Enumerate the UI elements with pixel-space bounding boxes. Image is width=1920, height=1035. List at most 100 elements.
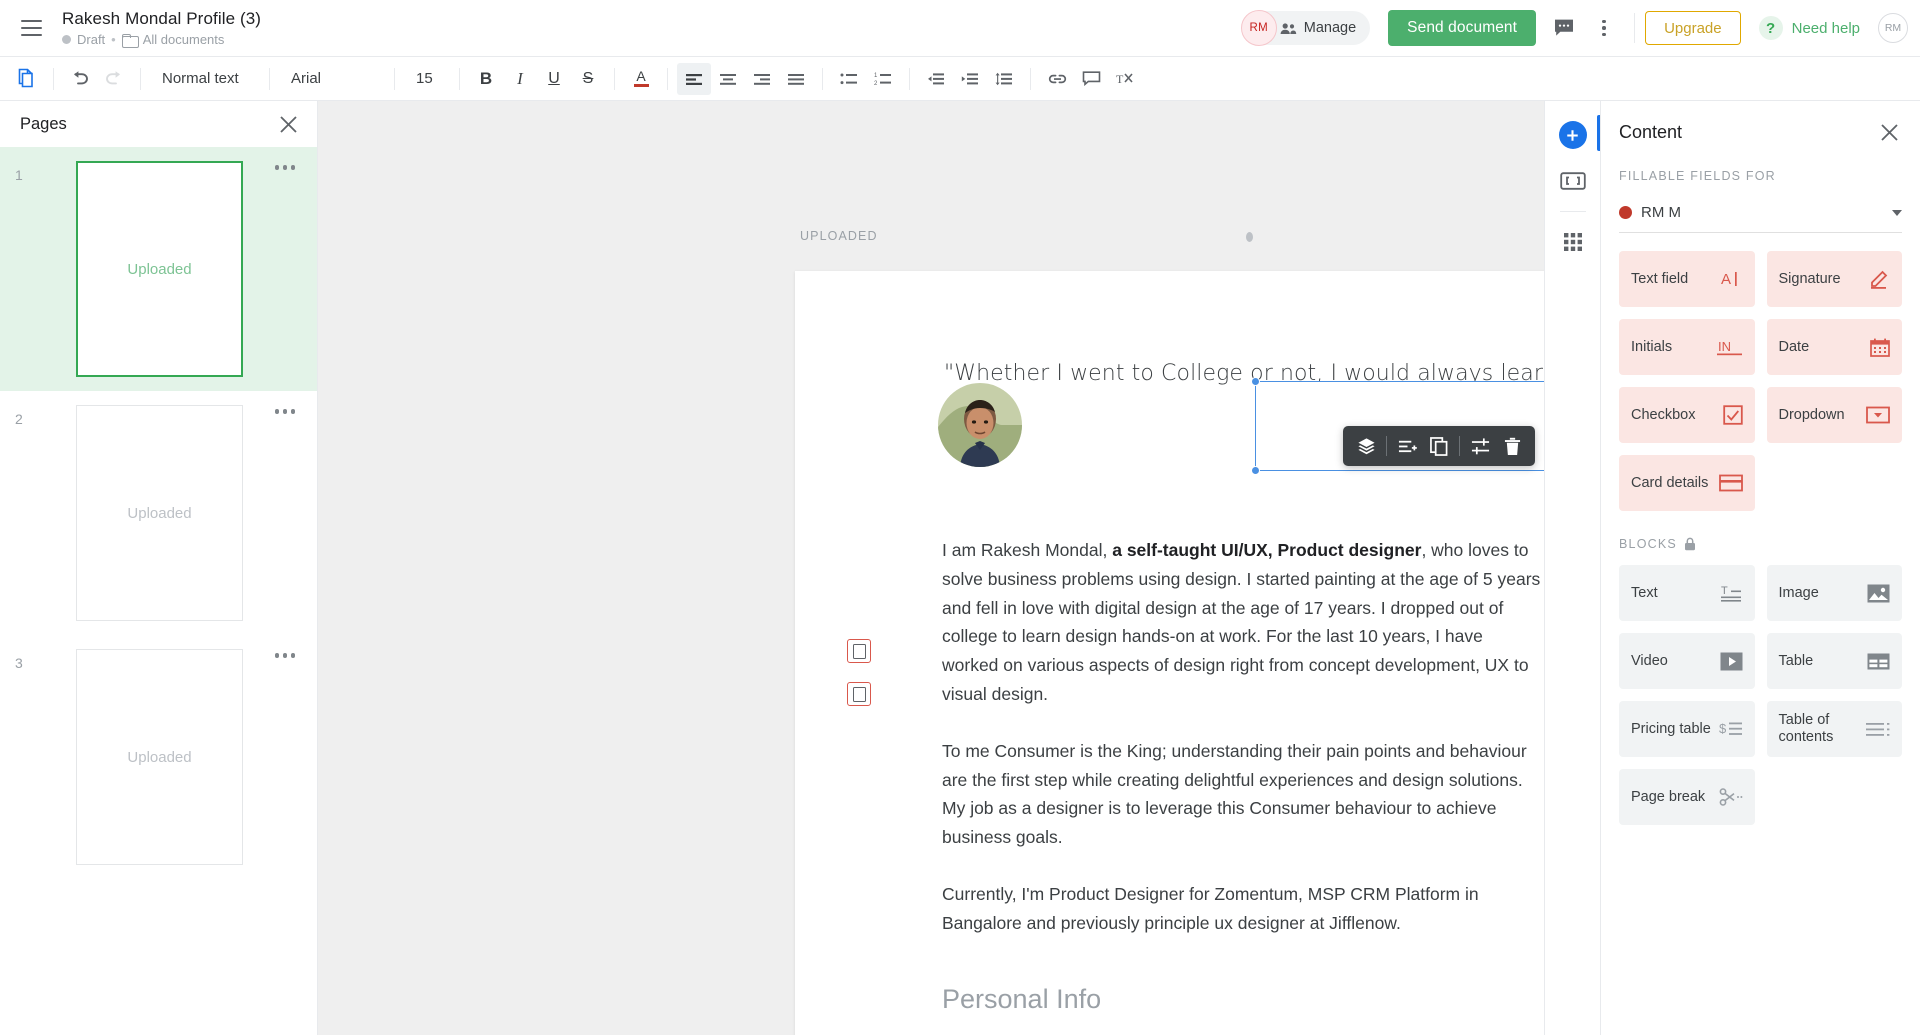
credit-card-icon — [1719, 474, 1743, 492]
align-left-icon[interactable] — [677, 63, 711, 95]
need-help-button[interactable]: ? Need help — [1759, 16, 1860, 40]
comment-icon[interactable] — [1544, 8, 1584, 48]
svg-text:IN: IN — [1718, 339, 1731, 354]
close-icon[interactable] — [1876, 119, 1902, 145]
align-center-icon[interactable] — [711, 63, 745, 95]
divider — [394, 68, 395, 90]
bulleted-list-icon[interactable] — [832, 63, 866, 95]
apps-grid-icon[interactable] — [1553, 222, 1593, 262]
paragraph-style-select[interactable]: Normal text — [150, 63, 260, 95]
font-size-select[interactable]: 15 — [404, 63, 450, 95]
field-tile-label: Checkbox — [1631, 407, 1695, 424]
align-justify-icon[interactable] — [779, 63, 813, 95]
block-tile-label: Text — [1631, 585, 1658, 602]
block-tile-text[interactable]: Text T — [1619, 565, 1755, 621]
duplicate-page-icon[interactable] — [10, 63, 44, 95]
svg-text:A: A — [1721, 271, 1731, 288]
lock-icon — [1684, 537, 1696, 551]
underline-button[interactable]: U — [537, 63, 571, 95]
field-tile-card-details[interactable]: Card details — [1619, 455, 1755, 511]
divider — [459, 68, 460, 90]
arrange-layers-icon[interactable] — [1351, 431, 1381, 461]
page-preview[interactable]: Uploaded — [76, 161, 243, 377]
document-meta: Draft • All documents — [62, 32, 261, 48]
block-tile-image[interactable]: Image — [1767, 565, 1903, 621]
field-tile-dropdown[interactable]: Dropdown — [1767, 387, 1903, 443]
numbered-list-icon[interactable]: 1 2 — [866, 63, 900, 95]
field-tile-text-field[interactable]: Text field A — [1619, 251, 1755, 307]
increase-indent-icon[interactable] — [953, 63, 987, 95]
top-bar-actions: RM Manage Send document — [1242, 8, 1920, 48]
font-family-select[interactable]: Arial — [279, 63, 385, 95]
pages-panel: Pages 1 Uploaded 2 Uploaded 3 — [0, 101, 318, 1035]
breadcrumb-folder[interactable]: All documents — [143, 32, 225, 48]
upgrade-button[interactable]: Upgrade — [1645, 11, 1741, 45]
page-preview[interactable]: Uploaded — [76, 649, 243, 865]
delete-icon[interactable] — [1497, 431, 1527, 461]
kebab-menu-icon[interactable] — [1584, 8, 1624, 48]
hamburger-menu-icon[interactable] — [14, 11, 48, 45]
paragraph-1-rest: , who loves to solve business problems u… — [942, 540, 1540, 704]
paragraph-3: Currently, I'm Product Designer for Zome… — [942, 880, 1542, 938]
line-spacing-icon[interactable] — [987, 63, 1021, 95]
block-tile-table[interactable]: Table — [1767, 633, 1903, 689]
section-heading-personal-info[interactable]: Personal Info — [942, 984, 1544, 1015]
resize-handle-top-left[interactable] — [1251, 377, 1260, 386]
page-thumbnail-item[interactable]: 1 Uploaded — [0, 147, 317, 391]
fillable-field-marker[interactable] — [847, 639, 871, 663]
redo-icon[interactable] — [97, 63, 131, 95]
recipient-select[interactable]: RM M — [1619, 193, 1902, 233]
divider — [614, 68, 615, 90]
page-preview[interactable]: Uploaded — [76, 405, 243, 621]
block-tile-pricing-table[interactable]: Pricing table $ — [1619, 701, 1755, 757]
add-row-icon[interactable] — [1392, 431, 1422, 461]
send-document-button[interactable]: Send document — [1388, 10, 1536, 46]
block-tile-page-break[interactable]: Page break — [1619, 769, 1755, 825]
add-content-icon[interactable] — [1553, 115, 1593, 155]
block-tile-table-of-contents[interactable]: Table of contents — [1767, 701, 1903, 757]
divider — [269, 68, 270, 90]
block-tile-label: Video — [1631, 653, 1668, 670]
bold-button[interactable]: B — [469, 63, 503, 95]
recipient-name: RM M — [1641, 204, 1681, 221]
insert-link-icon[interactable] — [1040, 63, 1074, 95]
user-avatar[interactable]: RM — [1878, 13, 1908, 43]
page-more-icon[interactable] — [275, 405, 296, 414]
manage-recipients-button[interactable]: RM Manage — [1242, 11, 1370, 45]
document-canvas[interactable]: UPLOADED "Whether I went to College or n… — [318, 101, 1544, 1035]
page-number: 2 — [0, 405, 28, 427]
block-tile-video[interactable]: Video — [1619, 633, 1755, 689]
clear-formatting-icon[interactable]: T — [1108, 63, 1142, 95]
table-icon — [1867, 653, 1890, 670]
document-body[interactable]: I am Rakesh Mondal, a self-taught UI/UX,… — [942, 536, 1542, 938]
close-icon[interactable] — [275, 111, 301, 137]
align-right-icon[interactable] — [745, 63, 779, 95]
adjust-settings-icon[interactable] — [1465, 431, 1495, 461]
video-icon — [1720, 652, 1743, 671]
field-tile-checkbox[interactable]: Checkbox — [1619, 387, 1755, 443]
strikethrough-button[interactable]: S — [571, 63, 605, 95]
add-comment-icon[interactable] — [1074, 63, 1108, 95]
field-tile-label: Text field — [1631, 271, 1688, 288]
text-color-button[interactable]: A — [624, 63, 658, 95]
drag-handle-icon[interactable] — [1246, 232, 1253, 242]
italic-button[interactable]: I — [503, 63, 537, 95]
page-more-icon[interactable] — [275, 649, 296, 658]
page-thumbnail-item[interactable]: 3 Uploaded — [0, 635, 317, 879]
content-panel-title: Content — [1619, 122, 1682, 143]
page-title[interactable]: Rakesh Mondal Profile (3) — [62, 9, 261, 29]
fillable-field-marker[interactable] — [847, 682, 871, 706]
formatting-toolbar: Normal text Arial 15 B I U S A — [0, 57, 1920, 101]
decrease-indent-icon[interactable] — [919, 63, 953, 95]
duplicate-icon[interactable] — [1424, 431, 1454, 461]
field-tile-signature[interactable]: Signature — [1767, 251, 1903, 307]
page-more-icon[interactable] — [275, 161, 296, 170]
field-tile-initials[interactable]: Initials IN — [1619, 319, 1755, 375]
field-tile-date[interactable]: Date — [1767, 319, 1903, 375]
fillable-fields-icon[interactable] — [1553, 161, 1593, 201]
resize-handle-bottom-left[interactable] — [1251, 466, 1260, 475]
document-page[interactable]: "Whether I went to College or not, I wou… — [795, 271, 1544, 1035]
checkbox-icon — [1723, 405, 1743, 425]
page-thumbnail-item[interactable]: 2 Uploaded — [0, 391, 317, 635]
undo-icon[interactable] — [63, 63, 97, 95]
